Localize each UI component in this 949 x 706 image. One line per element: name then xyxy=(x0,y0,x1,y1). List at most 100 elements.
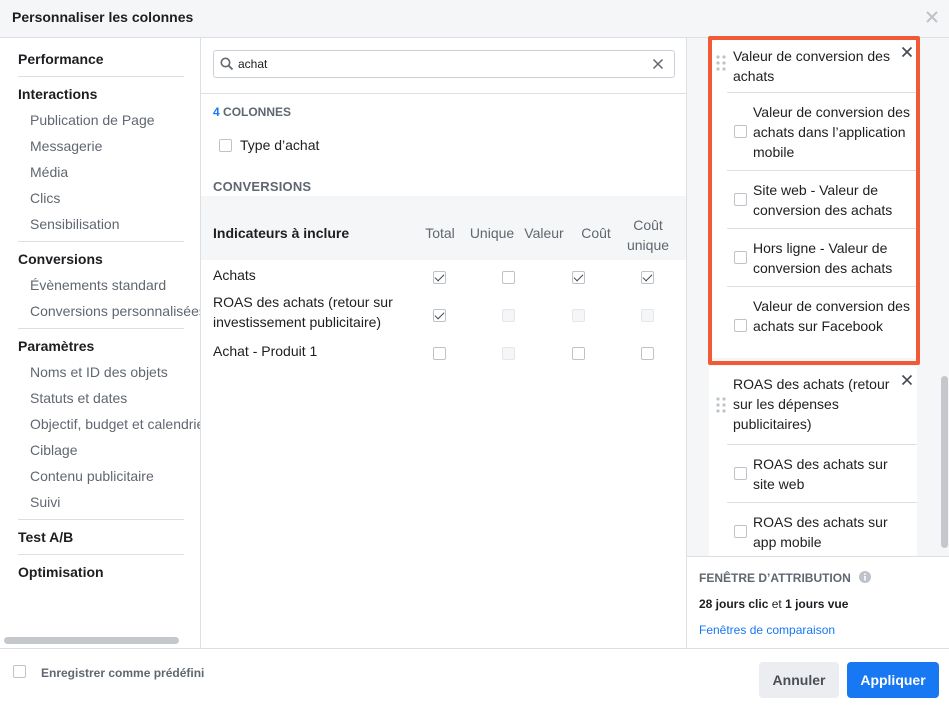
save-preset-checkbox[interactable] xyxy=(13,665,26,678)
selected-column-title: Valeur de conversion des achats xyxy=(733,48,890,84)
type-achat-checkbox[interactable] xyxy=(219,138,232,152)
sub-column-checkbox[interactable] xyxy=(734,525,747,538)
info-icon[interactable] xyxy=(859,571,871,583)
cancel-button[interactable]: Annuler xyxy=(759,662,839,698)
type-achat-option[interactable]: Type d’achat xyxy=(219,137,319,153)
achats-cout-checkbox[interactable] xyxy=(641,271,655,285)
column-count-label: COLONNES xyxy=(219,105,292,119)
row-name: ROAS des achats (retour sur investisseme… xyxy=(213,294,393,330)
nav-item-publication-page[interactable]: Publication de Page xyxy=(30,112,155,128)
sub-column-checkbox[interactable] xyxy=(734,467,747,480)
search-box[interactable] xyxy=(213,50,675,78)
attribution-window: FENÊTRE D’ATTRIBUTION 28 jours clic et 1… xyxy=(687,556,949,648)
selected-columns-list: Valeur de conversion des achats Valeur d… xyxy=(687,38,949,556)
nav-item-objectif-budget[interactable]: Objectif, budget et calendrier xyxy=(30,416,200,432)
type-achat-label: Type d’achat xyxy=(240,137,320,153)
sub-column-label: ROAS des achats sur app mobile xyxy=(753,514,888,550)
category-nav: Performance Interactions Publication de … xyxy=(0,38,201,648)
sub-column-option[interactable]: Hors ligne - Valeur de conversion des ac… xyxy=(727,228,917,286)
nav-section-optimisation[interactable]: Optimisation xyxy=(18,564,104,580)
selected-column-title: ROAS des achats (retour sur les dépenses… xyxy=(733,376,890,432)
header-cout: Coût xyxy=(581,225,611,241)
search-icon xyxy=(220,57,234,71)
selected-list-scrollbar[interactable] xyxy=(941,376,948,548)
sub-column-option[interactable]: ROAS des achats sur app mobile xyxy=(727,502,917,556)
search-divider xyxy=(201,93,686,94)
nav-section-test-ab[interactable]: Test A/B xyxy=(18,529,73,545)
clear-search-icon[interactable] xyxy=(652,58,664,70)
metrics-include-label: Indicateurs à inclure xyxy=(213,225,350,241)
dialog-header: Personnaliser les colonnes xyxy=(0,0,949,38)
nav-item-messagerie[interactable]: Messagerie xyxy=(30,138,102,154)
sub-column-option[interactable]: Site web - Valeur de conversion des acha… xyxy=(727,170,917,228)
nav-item-conversions-personnalisees[interactable]: Conversions personnalisées xyxy=(30,303,200,319)
table-row: Achat - Produit 1 xyxy=(201,340,724,370)
produit1-valeur-checkbox[interactable] xyxy=(571,347,585,361)
nav-item-suivi[interactable]: Suivi xyxy=(30,494,60,510)
header-cout-unique: Coût unique xyxy=(626,217,670,253)
nav-section-parametres[interactable]: Paramètres xyxy=(18,338,94,354)
produit1-cout-checkbox[interactable] xyxy=(641,347,655,361)
nav-item-noms-id[interactable]: Noms et ID des objets xyxy=(30,364,168,380)
produit1-total-checkbox[interactable] xyxy=(433,347,446,361)
selected-columns-panel: Valeur de conversion des achats Valeur d… xyxy=(686,38,949,648)
roas-cout-checkbox xyxy=(641,309,655,323)
row-name: Achats xyxy=(213,267,256,283)
achats-unique-checkbox[interactable] xyxy=(502,271,516,285)
dialog-title: Personnaliser les colonnes xyxy=(12,9,194,25)
selected-column-card[interactable]: Valeur de conversion des achats Valeur d… xyxy=(709,38,917,358)
achats-valeur-checkbox[interactable] xyxy=(571,271,585,285)
sub-column-checkbox[interactable] xyxy=(734,251,747,264)
column-search-panel: 4 COLONNES Type d’achat CONVERSIONS Indi… xyxy=(201,38,724,648)
header-unique: Unique xyxy=(469,225,515,241)
sub-column-checkbox[interactable] xyxy=(734,125,747,138)
apply-button[interactable]: Appliquer xyxy=(847,662,939,698)
nav-section-conversions[interactable]: Conversions xyxy=(18,251,103,267)
attribution-click: 28 jours clic xyxy=(699,597,769,611)
produit1-unique-checkbox xyxy=(502,347,516,361)
nav-divider xyxy=(18,328,184,329)
sub-column-label: ROAS des achats sur site web xyxy=(753,456,888,492)
sub-column-option[interactable]: Valeur de conversion des achats sur Face… xyxy=(727,286,917,358)
column-count-number: 4 xyxy=(213,105,220,119)
sub-column-checkbox[interactable] xyxy=(734,319,747,332)
column-count: 4 COLONNES xyxy=(213,105,291,119)
nav-item-contenu-publicitaire[interactable]: Contenu publicitaire xyxy=(30,468,154,484)
close-icon[interactable] xyxy=(925,10,939,24)
nav-divider xyxy=(18,554,184,555)
sub-column-label: Hors ligne - Valeur de conversion des ac… xyxy=(753,240,893,276)
nav-item-ciblage[interactable]: Ciblage xyxy=(30,442,77,458)
comparison-windows-link[interactable]: Fenêtres de comparaison xyxy=(699,623,835,637)
nav-item-sensibilisation[interactable]: Sensibilisation xyxy=(30,216,120,232)
nav-horizontal-scrollbar[interactable] xyxy=(4,637,179,644)
sub-column-option[interactable]: ROAS des achats sur site web xyxy=(727,444,917,502)
nav-divider xyxy=(18,519,184,520)
achats-total-checkbox[interactable] xyxy=(433,271,446,285)
nav-section-performance[interactable]: Performance xyxy=(18,51,104,67)
remove-column-icon[interactable] xyxy=(901,46,913,58)
selected-column-card[interactable]: ROAS des achats (retour sur les dépenses… xyxy=(709,366,917,556)
nav-divider xyxy=(18,76,184,77)
drag-handle-icon[interactable] xyxy=(715,54,727,72)
conversions-section-title: CONVERSIONS xyxy=(213,179,312,194)
nav-section-interactions[interactable]: Interactions xyxy=(18,86,97,102)
nav-item-evenements-standard[interactable]: Évènements standard xyxy=(30,277,166,293)
header-total: Total xyxy=(425,225,455,241)
sub-column-option[interactable]: Valeur de conversion des achats dans l’a… xyxy=(727,92,917,170)
attribution-view: 1 jours vue xyxy=(785,597,849,611)
sub-column-label: Site web - Valeur de conversion des acha… xyxy=(753,182,893,218)
nav-item-statuts-dates[interactable]: Statuts et dates xyxy=(30,390,127,406)
drag-handle-icon[interactable] xyxy=(715,396,727,414)
remove-column-icon[interactable] xyxy=(901,374,913,386)
row-name: Achat - Produit 1 xyxy=(213,343,318,359)
nav-divider xyxy=(18,241,184,242)
attribution-and: et xyxy=(768,597,786,611)
sub-column-checkbox[interactable] xyxy=(734,193,747,206)
search-input[interactable] xyxy=(238,55,638,73)
roas-valeur-checkbox xyxy=(571,309,585,323)
header-valeur: Valeur xyxy=(524,225,564,241)
nav-item-media[interactable]: Média xyxy=(30,164,68,180)
roas-total-checkbox[interactable] xyxy=(433,309,446,323)
save-preset-label[interactable]: Enregistrer comme prédéfini xyxy=(41,666,204,680)
nav-item-clics[interactable]: Clics xyxy=(30,190,60,206)
